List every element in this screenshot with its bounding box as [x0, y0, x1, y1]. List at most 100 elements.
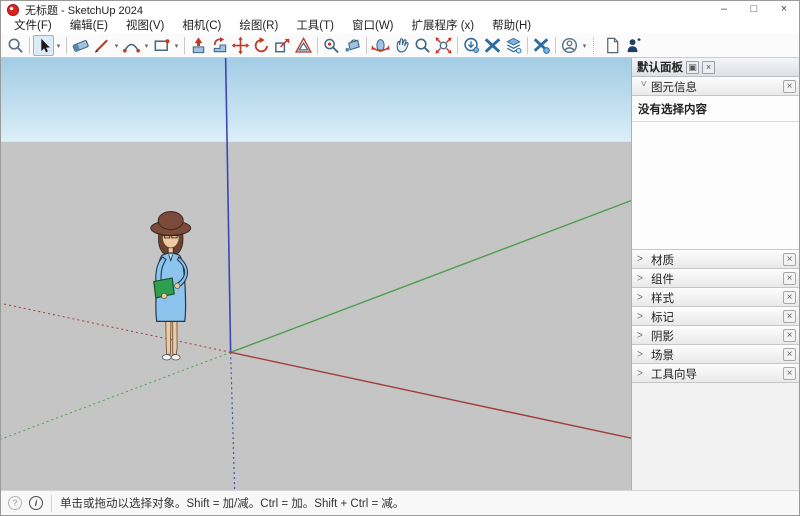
- window-controls: – □ ×: [709, 1, 799, 18]
- extension-manager-icon[interactable]: [531, 35, 552, 56]
- section-close-icon[interactable]: ×: [783, 80, 796, 93]
- 3d-warehouse-icon[interactable]: [461, 35, 482, 56]
- modeling-viewport[interactable]: [1, 58, 631, 490]
- sky: [1, 58, 631, 142]
- status-message: 单击或拖动以选择对象。Shift = 加/减。Ctrl = 加。Shift + …: [60, 498, 405, 510]
- section-label: 样式: [651, 292, 674, 305]
- section-close-icon[interactable]: ×: [783, 291, 796, 304]
- toolbar-separator: [527, 37, 528, 54]
- geolocation-icon[interactable]: ?: [8, 496, 22, 510]
- toolbar-separator: [184, 37, 185, 54]
- orbit-tool-icon[interactable]: [370, 35, 391, 56]
- menu-camera[interactable]: 相机(C): [173, 19, 230, 34]
- toolbar: ▾ ▾ ▾ ▾ ▾: [1, 34, 799, 58]
- rectangle-tool-icon[interactable]: [151, 35, 172, 56]
- panel-header: 默认面板 ▣ ×: [632, 58, 799, 77]
- menu-help[interactable]: 帮助(H): [483, 19, 540, 34]
- section-scenes[interactable]: > 场景 ×: [632, 345, 799, 364]
- select-tool-icon[interactable]: [33, 35, 54, 56]
- toolbar-separator: [66, 37, 67, 54]
- default-tray-panel: 默认面板 ▣ × > 图元信息 × 没有选择内容 > 材质 × > 组件 × >…: [631, 58, 799, 490]
- section-shadows[interactable]: > 阴影 ×: [632, 326, 799, 345]
- toolbar-grip[interactable]: [593, 37, 598, 54]
- panel-title: 默认面板: [637, 62, 683, 74]
- menu-tools[interactable]: 工具(T): [287, 19, 343, 34]
- scale-tool-icon[interactable]: [272, 35, 293, 56]
- section-close-icon[interactable]: ×: [783, 348, 796, 361]
- pan-tool-icon[interactable]: [391, 35, 412, 56]
- chevron-right-icon: >: [637, 329, 643, 342]
- move-tool-icon[interactable]: [230, 35, 251, 56]
- toolbar-separator: [555, 37, 556, 54]
- pin-icon[interactable]: ▣: [686, 60, 699, 74]
- rotate-tool-icon[interactable]: [251, 35, 272, 56]
- status-bar: ? i 单击或拖动以选择对象。Shift = 加/减。Ctrl = 加。Shif…: [1, 490, 799, 515]
- chevron-right-icon: >: [637, 310, 643, 323]
- menu-extensions[interactable]: 扩展程序 (x): [403, 19, 484, 34]
- exchange-x-icon[interactable]: [482, 35, 503, 56]
- menu-draw[interactable]: 绘图(R): [230, 19, 287, 34]
- section-styles[interactable]: > 样式 ×: [632, 288, 799, 307]
- account-dropdown-icon[interactable]: ▾: [580, 35, 589, 56]
- menu-file[interactable]: 文件(F): [5, 19, 61, 34]
- section-label: 阴影: [651, 330, 674, 343]
- no-selection-message: 没有选择内容: [638, 104, 707, 116]
- eraser-tool-icon[interactable]: [70, 35, 91, 56]
- section-close-icon[interactable]: ×: [783, 329, 796, 342]
- section-materials[interactable]: > 材质 ×: [632, 250, 799, 269]
- toolbar-separator: [457, 37, 458, 54]
- tape-measure-tool-icon[interactable]: [321, 35, 342, 56]
- window-title: 无标题 - SketchUp 2024: [25, 4, 143, 17]
- section-close-icon[interactable]: ×: [783, 253, 796, 266]
- ground: [1, 141, 631, 490]
- chevron-right-icon: >: [637, 367, 643, 380]
- zoom-tool-icon[interactable]: [412, 35, 433, 56]
- arc-tool-icon[interactable]: [121, 35, 142, 56]
- maximize-button[interactable]: □: [739, 1, 769, 18]
- chevron-right-icon: >: [637, 253, 643, 266]
- section-instructor[interactable]: > 工具向导 ×: [632, 364, 799, 383]
- menu-view[interactable]: 视图(V): [117, 19, 173, 34]
- panel-close-icon[interactable]: ×: [702, 60, 715, 74]
- line-tool-icon[interactable]: [91, 35, 112, 56]
- section-label: 标记: [651, 311, 674, 324]
- zoom-extents-tool-icon[interactable]: [433, 35, 454, 56]
- account-icon[interactable]: [559, 35, 580, 56]
- sketchup-logo-icon: [7, 3, 19, 16]
- search-tool-icon[interactable]: [5, 35, 26, 56]
- chevron-right-icon: >: [637, 291, 643, 304]
- entity-info-content: 没有选择内容: [632, 96, 799, 250]
- add-person-icon[interactable]: [623, 35, 644, 56]
- divider: [51, 494, 52, 512]
- offset-tool-icon[interactable]: [293, 35, 314, 56]
- arc-dropdown-icon[interactable]: ▾: [142, 35, 151, 56]
- select-dropdown-icon[interactable]: ▾: [54, 35, 63, 56]
- menu-bar: 文件(F) 编辑(E) 视图(V) 相机(C) 绘图(R) 工具(T) 窗口(W…: [1, 18, 799, 34]
- section-close-icon[interactable]: ×: [783, 367, 796, 380]
- info-icon[interactable]: i: [29, 496, 43, 510]
- share-layers-icon[interactable]: [503, 35, 524, 56]
- section-components[interactable]: > 组件 ×: [632, 269, 799, 288]
- section-entity-info[interactable]: > 图元信息 ×: [632, 77, 799, 96]
- push-pull-tool-icon[interactable]: [188, 35, 209, 56]
- section-close-icon[interactable]: ×: [783, 272, 796, 285]
- new-file-icon[interactable]: [602, 35, 623, 56]
- follow-me-tool-icon[interactable]: [209, 35, 230, 56]
- paint-bucket-tool-icon[interactable]: [342, 35, 363, 56]
- section-close-icon[interactable]: ×: [783, 310, 796, 323]
- close-button[interactable]: ×: [769, 1, 799, 18]
- chevron-down-icon: >: [637, 80, 649, 87]
- menu-edit[interactable]: 编辑(E): [61, 19, 117, 34]
- line-dropdown-icon[interactable]: ▾: [112, 35, 121, 56]
- toolbar-separator: [366, 37, 367, 54]
- minimize-button[interactable]: –: [709, 1, 739, 18]
- main-area: 默认面板 ▣ × > 图元信息 × 没有选择内容 > 材质 × > 组件 × >…: [1, 58, 799, 490]
- app-window: 无标题 - SketchUp 2024 – □ × 文件(F) 编辑(E) 视图…: [0, 0, 800, 516]
- title-bar: 无标题 - SketchUp 2024 – □ ×: [1, 1, 799, 18]
- panel-filler: [632, 383, 799, 490]
- menu-window[interactable]: 窗口(W): [343, 19, 403, 34]
- section-label: 组件: [651, 273, 674, 286]
- section-tags[interactable]: > 标记 ×: [632, 307, 799, 326]
- chevron-right-icon: >: [637, 272, 643, 285]
- rectangle-dropdown-icon[interactable]: ▾: [172, 35, 181, 56]
